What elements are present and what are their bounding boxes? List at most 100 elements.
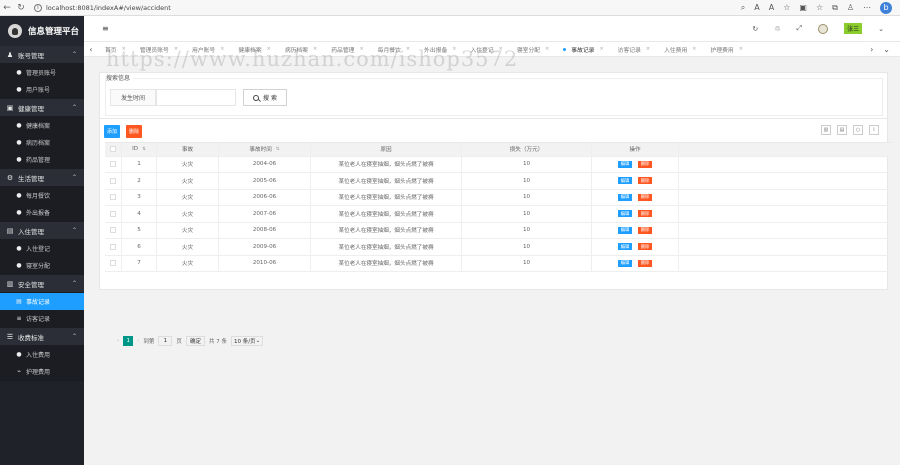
menu-item-visitor-record[interactable]: ≡ 访客记录 [0, 310, 84, 327]
edit-button[interactable]: 编辑 [618, 226, 632, 234]
close-icon[interactable]: × [313, 46, 317, 52]
menu-group-life[interactable]: ⚙ 生活管理 ⌃ [0, 169, 84, 186]
menu-item-medical-record[interactable]: ● 病历档案 [0, 134, 84, 151]
close-icon[interactable]: × [122, 46, 126, 52]
header-id[interactable]: ID ⇅ [122, 143, 157, 156]
menu-item-checkin-register[interactable]: ● 入住登记 [0, 240, 84, 257]
menu-item-admin-account[interactable]: ● 管理员账号 [0, 64, 84, 81]
copilot-icon[interactable]: b [880, 1, 892, 14]
delete-row-button[interactable]: 删除 [638, 259, 652, 267]
edit-button[interactable]: 编辑 [618, 259, 632, 267]
sort-icon[interactable]: ⇅ [276, 147, 280, 152]
split-screen-icon[interactable]: ▣ [799, 3, 807, 12]
hamburger-icon[interactable]: ≡ [84, 24, 109, 33]
admin-name[interactable]: 张三 [844, 23, 863, 34]
edit-button[interactable]: 编辑 [618, 193, 632, 201]
tab-health-record[interactable]: 健康档案 × [231, 42, 277, 57]
print-icon[interactable]: ▤ [837, 125, 847, 135]
menu-group-checkin[interactable]: ▤ 入住管理 ⌃ [0, 222, 84, 239]
chevron-down-icon[interactable]: ⌄ [883, 45, 890, 54]
sort-icon[interactable]: ⇅ [142, 147, 146, 152]
menu-item-care-fee[interactable]: ⌁ 护理费用 [0, 363, 84, 380]
close-icon[interactable]: × [220, 46, 224, 52]
url-bar[interactable]: i localhost:8081/indexA#/view/accident [34, 2, 741, 14]
checkbox[interactable] [110, 243, 116, 250]
favorites-icon[interactable]: ☆ [816, 3, 823, 12]
tab-accident-record[interactable]: 事故记录 × [556, 42, 610, 57]
tab-admin-account[interactable]: 管理员账号 × [133, 42, 185, 57]
menu-group-health[interactable]: ▣ 健康管理 ⌃ [0, 99, 84, 116]
export-icon[interactable]: ○ [853, 125, 863, 135]
refresh-icon[interactable]: ↻ [752, 25, 758, 33]
menu-item-accident-record[interactable]: ▤ 事故记录 [0, 293, 84, 310]
back-icon[interactable]: ← [0, 3, 14, 13]
checkbox[interactable] [110, 194, 116, 201]
delete-button[interactable]: 删除 [126, 125, 143, 138]
bookmark-icon[interactable]: ☆ [783, 3, 790, 12]
close-icon[interactable]: × [267, 46, 271, 52]
edit-button[interactable]: 编辑 [618, 177, 632, 185]
menu-item-outing-report[interactable]: ● 外出报备 [0, 204, 84, 221]
translate-icon[interactable]: A [754, 3, 759, 12]
page-confirm-button[interactable]: 确定 [185, 336, 205, 346]
delete-row-button[interactable]: 删除 [638, 177, 652, 185]
menu-item-health-record[interactable]: ● 健康档案 [0, 117, 84, 134]
menu-group-safety[interactable]: ▥ 安全管理 ⌃ [0, 275, 84, 292]
tab-room-assignment[interactable]: 寝室分配 × [510, 42, 556, 57]
close-icon[interactable]: × [452, 46, 456, 52]
info-icon[interactable]: i [34, 3, 42, 12]
favorite-icon[interactable]: ⌕ [741, 3, 745, 13]
delete-icon[interactable]: ♲ [774, 25, 780, 33]
menu-item-user-account[interactable]: ● 用户账号 [0, 81, 84, 98]
tab-user-account[interactable]: 用户账号 × [185, 42, 231, 57]
avatar-icon[interactable]: ⋯ [863, 3, 871, 12]
current-page[interactable]: 1 [123, 336, 134, 346]
delete-row-button[interactable]: 删除 [638, 193, 652, 201]
menu-item-monthly-meal[interactable]: ● 每月餐饮 [0, 187, 84, 204]
close-icon[interactable]: × [692, 46, 696, 52]
admin-avatar[interactable] [818, 23, 829, 34]
tab-home[interactable]: 首页 × [98, 42, 133, 57]
tab-medical-record[interactable]: 病历档案 × [278, 42, 324, 57]
date-input[interactable] [156, 89, 236, 106]
close-icon[interactable]: × [646, 46, 650, 52]
menu-group-fee[interactable]: ☰ 收费标准 ⌃ [0, 328, 84, 345]
close-icon[interactable]: × [359, 46, 363, 52]
tab-left-icon[interactable]: ‹ [84, 45, 98, 54]
menu-item-checkin-fee[interactable]: ● 入住费用 [0, 346, 84, 363]
close-icon[interactable]: × [545, 46, 549, 52]
delete-row-button[interactable]: 删除 [638, 243, 652, 251]
checkbox[interactable] [110, 227, 116, 234]
checkbox[interactable] [110, 161, 116, 168]
search-button[interactable]: 搜 索 [243, 89, 287, 106]
prev-page-icon[interactable]: ‹ [117, 338, 119, 344]
checkbox[interactable] [110, 177, 116, 184]
menu-item-medicine[interactable]: ● 药品管理 [0, 151, 84, 168]
edit-button[interactable]: 编辑 [618, 160, 632, 168]
tab-checkin-register[interactable]: 入住登记 × [463, 42, 509, 57]
refresh-icon[interactable]: ↻ [14, 3, 28, 13]
close-icon[interactable]: × [739, 46, 743, 52]
tab-checkin-fee[interactable]: 入住费用 × [657, 42, 703, 57]
close-icon[interactable]: × [599, 46, 603, 52]
info-icon[interactable]: i [869, 125, 879, 135]
next-page-icon[interactable]: › [137, 338, 139, 344]
menu-group-account[interactable]: ♟ 账号管理 ⌃ [0, 46, 84, 63]
edit-button[interactable]: 编辑 [618, 210, 632, 218]
delete-row-button[interactable]: 删除 [638, 210, 652, 218]
checkbox[interactable] [110, 146, 116, 153]
collections-icon[interactable]: ⧉ [832, 3, 838, 13]
chevron-down-icon[interactable]: ⌄ [878, 25, 884, 33]
tab-visitor-record[interactable]: 访客记录 × [611, 42, 657, 57]
close-icon[interactable]: × [499, 46, 503, 52]
tab-right-icon[interactable]: › [870, 45, 873, 54]
checkbox[interactable] [110, 260, 116, 267]
url-text[interactable]: localhost:8081/indexA#/view/accident [46, 4, 171, 12]
extensions-icon[interactable]: ♙ [847, 3, 854, 12]
fullscreen-icon[interactable]: ⤢ [797, 24, 803, 33]
page-number-input[interactable]: 1 [158, 336, 173, 346]
add-button[interactable]: 添加 [104, 125, 121, 138]
tab-monthly-meal[interactable]: 每月餐饮 × [371, 42, 417, 57]
header-checkbox-cell[interactable] [105, 143, 122, 156]
page-size-select[interactable]: 10 条/页 ⌄ [230, 336, 264, 346]
